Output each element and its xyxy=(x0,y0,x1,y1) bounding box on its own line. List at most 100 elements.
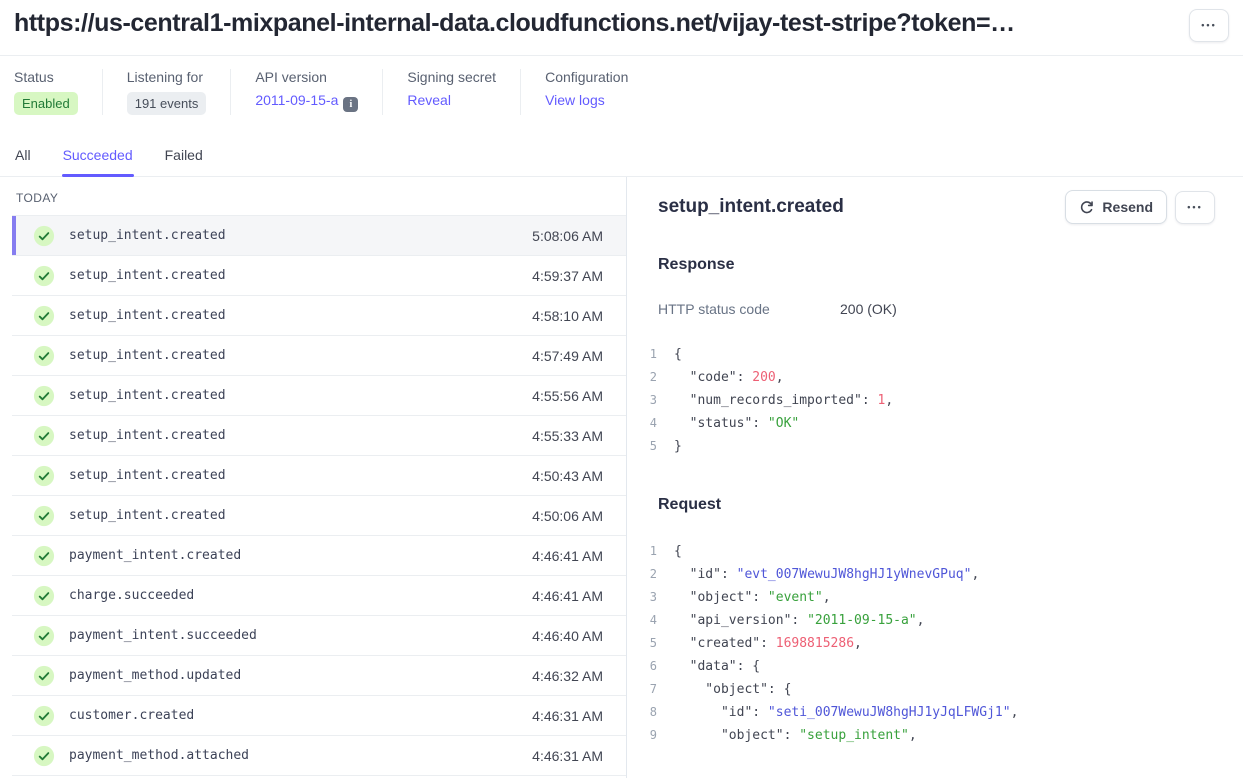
event-name: setup_intent.created xyxy=(69,268,226,283)
code-line-number: 3 xyxy=(641,389,657,412)
code-line-content: "object": "setup_intent", xyxy=(674,724,917,747)
code-line-content: "id": "evt_007WewuJW8hgHJ1yWnevGPuq", xyxy=(674,563,979,586)
event-name: setup_intent.created xyxy=(69,428,226,443)
event-list-item[interactable]: setup_intent.created 4:57:49 AM xyxy=(12,336,626,376)
success-check-icon xyxy=(33,265,55,287)
code-line-content: "id": "seti_007WewuJW8hgHJ1yJqLFWGj1", xyxy=(674,701,1018,724)
code-line-content: } xyxy=(674,435,682,458)
event-time: 4:50:43 AM xyxy=(532,468,603,484)
tab-all[interactable]: All xyxy=(14,133,32,176)
code-line-number: 5 xyxy=(641,435,657,458)
http-status-row: HTTP status code 200 (OK) xyxy=(658,301,1215,317)
reveal-secret-link[interactable]: Reveal xyxy=(407,92,451,108)
detail-more-button[interactable]: ••• xyxy=(1175,191,1215,224)
event-name: setup_intent.created xyxy=(69,308,226,323)
event-name: setup_intent.created xyxy=(69,388,226,403)
event-time: 4:46:41 AM xyxy=(532,588,603,604)
resend-refresh-icon xyxy=(1079,200,1094,215)
event-list-item[interactable]: setup_intent.created 4:50:06 AM xyxy=(12,496,626,536)
event-time: 4:59:37 AM xyxy=(532,268,603,284)
summary-status-label: Status xyxy=(14,69,78,85)
code-line-content: "code": 200, xyxy=(674,366,784,389)
event-time: 4:46:41 AM xyxy=(532,548,603,564)
event-name: customer.created xyxy=(69,708,194,723)
code-line-number: 5 xyxy=(641,632,657,655)
view-logs-link[interactable]: View logs xyxy=(545,92,605,108)
event-name: setup_intent.created xyxy=(69,228,226,243)
event-time: 4:46:32 AM xyxy=(532,668,603,684)
event-list-item[interactable]: setup_intent.created 4:55:33 AM xyxy=(12,416,626,456)
tab-succeeded[interactable]: Succeeded xyxy=(62,133,134,176)
detail-header: setup_intent.created Resend ••• xyxy=(658,190,1215,224)
event-list-item[interactable]: payment_method.attached 4:46:31 AM xyxy=(12,736,626,776)
success-check-icon xyxy=(33,305,55,327)
resend-button-label: Resend xyxy=(1102,199,1153,215)
event-name: payment_intent.created xyxy=(69,548,241,563)
endpoint-url-title: https://us-central1-mixpanel-internal-da… xyxy=(14,9,1015,38)
event-name: payment_method.attached xyxy=(69,748,249,763)
ellipsis-icon: ••• xyxy=(1187,203,1202,212)
event-list-item[interactable]: customer.created 4:46:31 AM xyxy=(12,696,626,736)
event-list-item[interactable]: payment_method.updated 4:46:32 AM xyxy=(12,656,626,696)
event-time: 4:46:31 AM xyxy=(532,748,603,764)
code-line-number: 2 xyxy=(641,366,657,389)
event-list-item[interactable]: payment_intent.created 4:46:41 AM xyxy=(12,536,626,576)
code-line-content: "object": "event", xyxy=(674,586,831,609)
success-check-icon xyxy=(33,705,55,727)
response-section-heading: Response xyxy=(658,256,1215,274)
code-line-number: 1 xyxy=(641,540,657,563)
code-line-content: "num_records_imported": 1, xyxy=(674,389,893,412)
status-badge: Enabled xyxy=(14,92,78,115)
event-name: setup_intent.created xyxy=(69,468,226,483)
event-list-item[interactable]: payment_intent.succeeded 4:46:40 AM xyxy=(12,616,626,656)
success-check-icon xyxy=(33,625,55,647)
code-line-content: "object": { xyxy=(674,678,791,701)
code-line-number: 7 xyxy=(641,678,657,701)
event-list-panel: TODAY setup_intent.created 5:08:06 AM se… xyxy=(0,177,627,778)
header-more-button[interactable]: ••• xyxy=(1189,9,1229,42)
success-check-icon xyxy=(33,665,55,687)
api-version-link[interactable]: 2011-09-15-a xyxy=(255,92,338,108)
event-name: charge.succeeded xyxy=(69,588,194,603)
summary-bar: Status Enabled Listening for 191 events … xyxy=(0,56,1243,133)
event-time: 4:46:31 AM xyxy=(532,708,603,724)
event-list-item[interactable]: setup_intent.created 4:59:37 AM xyxy=(12,256,626,296)
detail-title: setup_intent.created xyxy=(658,196,844,218)
summary-api-version: API version 2011-09-15-ai xyxy=(230,69,382,115)
event-list-item[interactable]: charge.succeeded 4:46:41 AM xyxy=(12,576,626,616)
code-line-content: "created": 1698815286, xyxy=(674,632,862,655)
code-line-content: { xyxy=(674,540,682,563)
event-list-item[interactable]: setup_intent.created 4:50:43 AM xyxy=(12,456,626,496)
code-line-number: 3 xyxy=(641,586,657,609)
summary-signing-secret: Signing secret Reveal xyxy=(382,69,520,115)
event-list-item[interactable]: setup_intent.created 5:08:06 AM xyxy=(12,216,626,256)
tab-failed[interactable]: Failed xyxy=(164,133,204,176)
event-list-item[interactable]: setup_intent.created 4:58:10 AM xyxy=(12,296,626,336)
success-check-icon xyxy=(33,225,55,247)
code-line-content: { xyxy=(674,343,682,366)
event-name: payment_method.updated xyxy=(69,668,241,683)
http-status-label: HTTP status code xyxy=(658,301,840,317)
event-name: setup_intent.created xyxy=(69,348,226,363)
success-check-icon xyxy=(33,345,55,367)
event-detail-panel: setup_intent.created Resend ••• Response… xyxy=(627,177,1243,778)
event-time: 4:50:06 AM xyxy=(532,508,603,524)
success-check-icon xyxy=(33,585,55,607)
event-time: 4:46:40 AM xyxy=(532,628,603,644)
event-time: 4:55:56 AM xyxy=(532,388,603,404)
success-check-icon xyxy=(33,505,55,527)
event-filter-tabs: All Succeeded Failed xyxy=(0,133,1243,177)
ellipsis-icon: ••• xyxy=(1201,21,1216,30)
summary-listening-for: Listening for 191 events xyxy=(102,69,231,115)
code-line-number: 4 xyxy=(641,609,657,632)
event-time: 4:55:33 AM xyxy=(532,428,603,444)
success-check-icon xyxy=(33,545,55,567)
code-line-content: "status": "OK" xyxy=(674,412,799,435)
success-check-icon xyxy=(33,465,55,487)
summary-configuration-label: Configuration xyxy=(545,69,628,85)
event-list-item[interactable]: setup_intent.created 4:55:56 AM xyxy=(12,376,626,416)
success-check-icon xyxy=(33,425,55,447)
summary-signing-label: Signing secret xyxy=(407,69,496,85)
code-line-number: 1 xyxy=(641,343,657,366)
resend-button[interactable]: Resend xyxy=(1065,190,1167,224)
